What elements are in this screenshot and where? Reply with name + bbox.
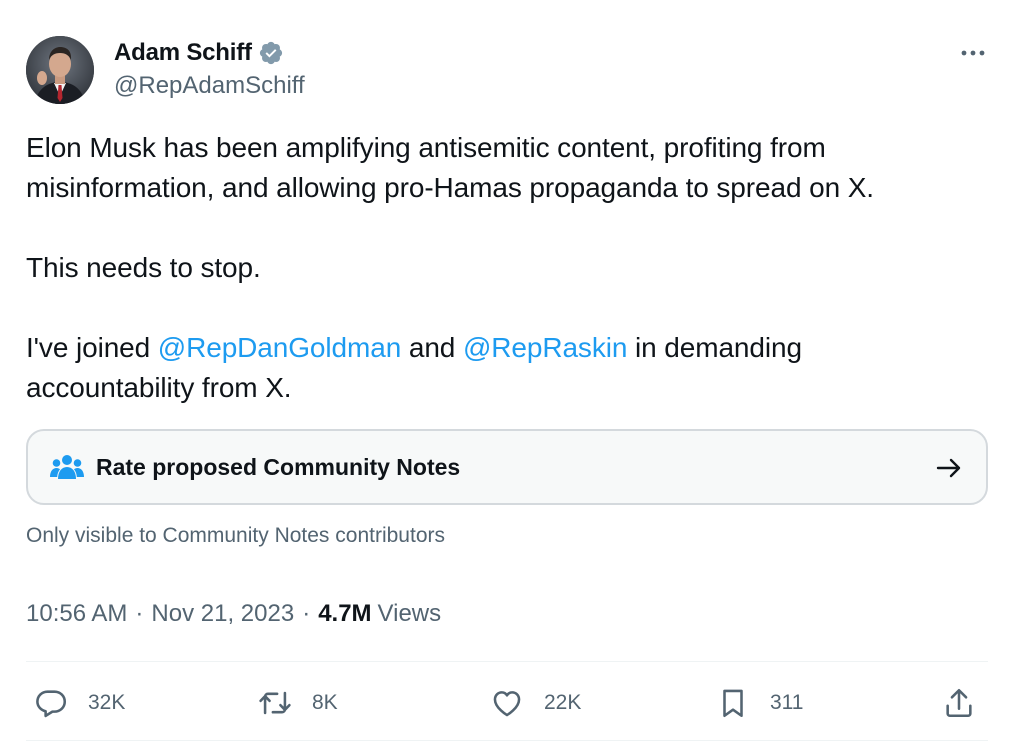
rate-community-notes-label: Rate proposed Community Notes — [96, 453, 461, 480]
avatar-image — [26, 36, 94, 104]
heart-icon — [490, 686, 524, 720]
people-icon — [50, 452, 84, 482]
rate-community-notes-button[interactable]: Rate proposed Community Notes — [26, 429, 988, 505]
views-count[interactable]: 4.7M — [318, 600, 371, 628]
bookmark-icon — [716, 686, 750, 720]
tweet-time[interactable]: 10:56 AM — [26, 600, 127, 628]
community-notes-visibility-note: Only visible to Community Notes contribu… — [26, 524, 445, 547]
tweet-text-line: misinformation, and allowing pro-Hamas p… — [26, 172, 874, 203]
divider — [26, 661, 988, 662]
tweet-text: Elon Musk has been amplifying antisemiti… — [26, 128, 986, 408]
tweet-meta: 10:56 AM · Nov 21, 2023 · 4.7M Views — [26, 600, 441, 628]
repost-button[interactable]: 8K — [258, 680, 338, 726]
bookmark-button[interactable]: 311 — [716, 680, 803, 726]
tweet-text-line: Elon Musk has been amplifying antisemiti… — [26, 132, 826, 163]
more-icon — [961, 50, 985, 56]
meta-separator: · — [302, 600, 311, 627]
repost-count: 8K — [312, 691, 338, 714]
like-button[interactable]: 22K — [490, 680, 581, 726]
meta-separator: · — [135, 600, 144, 627]
author-display-name[interactable]: Adam Schiff — [114, 39, 252, 67]
tweet-date[interactable]: Nov 21, 2023 — [151, 600, 294, 628]
like-count: 22K — [544, 691, 582, 714]
avatar[interactable] — [26, 36, 94, 104]
views-label: Views — [377, 600, 442, 627]
tweet: Adam Schiff @RepAdamSchiff Elon Musk has… — [0, 0, 1024, 744]
arrow-right-icon — [934, 453, 964, 483]
action-bar: 32K 8K 22K 311 — [26, 680, 988, 726]
bookmark-count: 311 — [770, 691, 804, 714]
repost-icon — [258, 686, 292, 720]
tweet-text-segment: I've joined — [26, 332, 158, 363]
tweet-text-line: I've joined @RepDanGoldman and @RepRaski… — [26, 328, 986, 368]
tweet-text-line: accountability from X. — [26, 372, 292, 403]
tweet-text-line: This needs to stop. — [26, 252, 261, 283]
mention-link-repraskin[interactable]: @RepRaskin — [463, 332, 627, 363]
tweet-text-segment: in demanding — [627, 332, 802, 363]
author-handle[interactable]: @RepAdamSchiff — [114, 72, 305, 100]
share-icon — [942, 686, 976, 720]
reply-icon — [34, 686, 68, 720]
tweet-text-segment: and — [401, 332, 463, 363]
author-name-row[interactable]: Adam Schiff — [114, 38, 284, 68]
share-button[interactable] — [942, 680, 976, 726]
reply-count: 32K — [88, 691, 126, 714]
more-options-button[interactable] — [956, 42, 990, 64]
divider — [26, 740, 988, 741]
verified-badge-icon — [258, 40, 284, 66]
reply-button[interactable]: 32K — [34, 680, 125, 726]
mention-link-repdangoldman[interactable]: @RepDanGoldman — [158, 332, 401, 363]
